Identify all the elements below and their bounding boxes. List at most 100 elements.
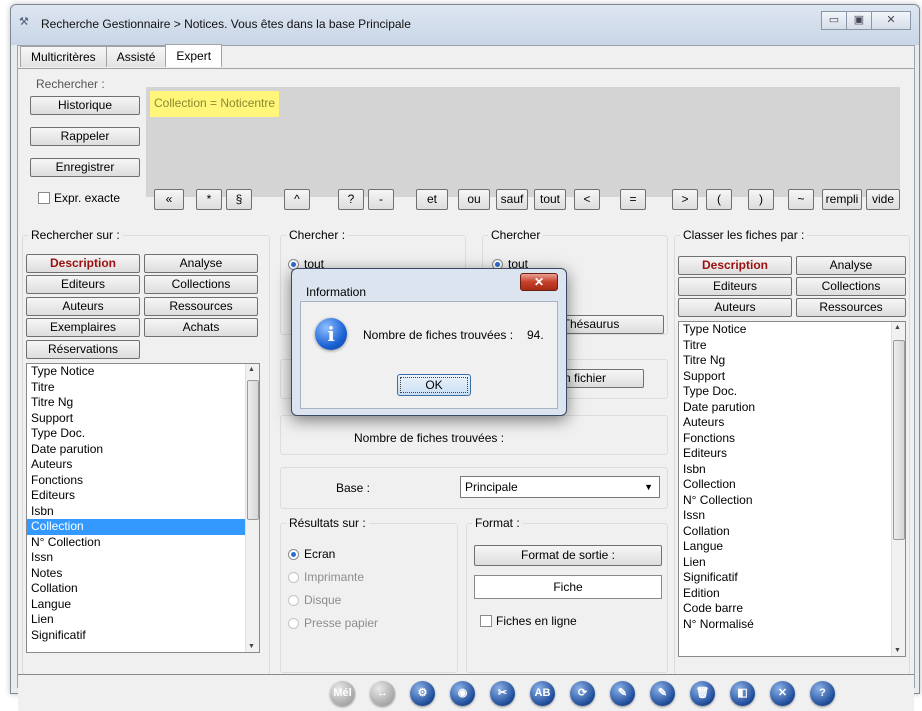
cl-scroll-thumb[interactable] xyxy=(893,340,905,540)
search-field-item[interactable]: Lien xyxy=(27,612,259,628)
sort-field-item[interactable]: Isbn xyxy=(679,462,905,478)
search-field-item[interactable]: Issn xyxy=(27,550,259,566)
sort-field-item[interactable]: Titre xyxy=(679,338,905,354)
sort-field-item[interactable]: Issn xyxy=(679,508,905,524)
sort-field-item[interactable]: Type Doc. xyxy=(679,384,905,400)
sort-field-item[interactable]: N° Collection xyxy=(679,493,905,509)
operator-button[interactable]: < xyxy=(574,189,600,210)
cut-icon[interactable]: ✂ xyxy=(490,681,515,706)
trash-icon[interactable]: 🗑 xyxy=(690,681,715,706)
sort-field-item[interactable]: Lien xyxy=(679,555,905,571)
format-value[interactable]: Fiche xyxy=(474,575,662,599)
edit-icon[interactable]: ✎ xyxy=(610,681,635,706)
operator-button[interactable]: ^ xyxy=(284,189,310,210)
sort-field-item[interactable]: Edition xyxy=(679,586,905,602)
cl-collections-button[interactable]: Collections xyxy=(796,277,906,296)
resultats-radio[interactable] xyxy=(288,572,299,583)
cl-auteurs-button[interactable]: Auteurs xyxy=(678,298,792,317)
tab-assiste[interactable]: Assisté xyxy=(105,46,167,67)
search-field-item[interactable]: Type Doc. xyxy=(27,426,259,442)
search-field-item[interactable]: Langue xyxy=(27,597,259,613)
search-field-item[interactable]: Editeurs xyxy=(27,488,259,504)
edit-alt-icon[interactable]: ✎ xyxy=(650,681,675,706)
operator-button[interactable]: ? xyxy=(338,189,364,210)
search-field-item[interactable]: Significatif xyxy=(27,628,259,644)
cl-ressources-button[interactable]: Ressources xyxy=(796,298,906,317)
sort-field-item[interactable]: Date parution xyxy=(679,400,905,416)
tab-multicriteres[interactable]: Multicritères xyxy=(20,46,107,67)
operator-button[interactable]: tout xyxy=(534,189,566,210)
classer-listbox[interactable]: Type Notice Titre Titre Ng Support Type Doc.… xyxy=(678,321,906,657)
sort-field-item[interactable]: Code barre xyxy=(679,601,905,617)
search-field-item[interactable]: Collection xyxy=(27,519,259,535)
help-icon[interactable]: ? xyxy=(810,681,835,706)
rs-scroll-thumb[interactable] xyxy=(247,380,259,520)
rs-scrollbar[interactable]: ▲ ▼ xyxy=(245,364,259,652)
title-bar[interactable]: ⚒ Recherche Gestionnaire > Notices. Vous… xyxy=(11,5,919,45)
scroll-up-icon[interactable]: ▲ xyxy=(894,324,901,331)
search-field-item[interactable]: Type Notice xyxy=(27,364,259,380)
cl-description-button[interactable]: Description xyxy=(678,256,792,275)
operator-button[interactable]: > xyxy=(672,189,698,210)
expr-exacte-checkbox[interactable] xyxy=(38,192,50,204)
resultats-radio[interactable] xyxy=(288,618,299,629)
operator-button[interactable]: ou xyxy=(458,189,490,210)
view-icon[interactable]: ◉ xyxy=(450,681,475,706)
operator-button[interactable]: - xyxy=(368,189,394,210)
operator-button[interactable]: * xyxy=(196,189,222,210)
query-editor[interactable]: Collection = Noticentre xyxy=(146,87,900,197)
rs-exemplaires-button[interactable]: Exemplaires xyxy=(26,318,140,337)
scroll-down-icon[interactable]: ▼ xyxy=(248,643,255,650)
resultats-radio[interactable] xyxy=(288,549,299,560)
notebook-icon[interactable]: ◧ xyxy=(730,681,755,706)
refresh-icon[interactable]: ⟳ xyxy=(570,681,595,706)
operator-button[interactable]: ) xyxy=(748,189,774,210)
search-field-item[interactable]: Date parution xyxy=(27,442,259,458)
operator-button[interactable]: sauf xyxy=(496,189,528,210)
sort-field-item[interactable]: Significatif xyxy=(679,570,905,586)
rs-analyse-button[interactable]: Analyse xyxy=(144,254,258,273)
rs-auteurs-button[interactable]: Auteurs xyxy=(26,297,140,316)
rs-reservations-button[interactable]: Réservations xyxy=(26,340,140,359)
query-text[interactable]: Collection = Noticentre xyxy=(150,91,280,117)
minimize-button[interactable]: ▭ xyxy=(821,11,847,30)
maximize-button[interactable]: ▣ xyxy=(846,11,872,30)
sort-field-item[interactable]: Langue xyxy=(679,539,905,555)
search-field-item[interactable]: Support xyxy=(27,411,259,427)
search-field-item[interactable]: Titre xyxy=(27,380,259,396)
sort-field-item[interactable]: Fonctions xyxy=(679,431,905,447)
cl-scrollbar[interactable]: ▲ ▼ xyxy=(891,322,905,656)
search-field-item[interactable]: Isbn xyxy=(27,504,259,520)
rs-description-button[interactable]: Description xyxy=(26,254,140,273)
search-field-item[interactable]: Collation xyxy=(27,581,259,597)
sort-field-item[interactable]: Titre Ng xyxy=(679,353,905,369)
scroll-down-icon[interactable]: ▼ xyxy=(894,647,901,654)
spellcheck-icon[interactable]: AB xyxy=(530,681,555,706)
ok-button[interactable]: OK xyxy=(397,374,471,396)
historique-button[interactable]: Historique xyxy=(30,96,140,115)
operator-button[interactable]: ~ xyxy=(788,189,814,210)
enregistrer-button[interactable]: Enregistrer xyxy=(30,158,140,177)
cl-editeurs-button[interactable]: Editeurs xyxy=(678,277,792,296)
search-field-item[interactable]: Auteurs xyxy=(27,457,259,473)
search-field-item[interactable]: Titre Ng xyxy=(27,395,259,411)
close-window-button[interactable]: ✕ xyxy=(871,11,911,30)
rechercher-sur-listbox[interactable]: Type Notice Titre Titre Ng Support Type Doc.… xyxy=(26,363,260,653)
sort-field-item[interactable]: Collation xyxy=(679,524,905,540)
search-field-item[interactable]: Fonctions xyxy=(27,473,259,489)
dialog-close-button[interactable]: ✕ xyxy=(520,273,558,291)
rs-editeurs-button[interactable]: Editeurs xyxy=(26,275,140,294)
operator-button[interactable]: vide xyxy=(866,189,900,210)
operator-button[interactable]: rempli xyxy=(822,189,862,210)
operator-button[interactable]: = xyxy=(620,189,646,210)
rs-ressources-button[interactable]: Ressources xyxy=(144,297,258,316)
cl-analyse-button[interactable]: Analyse xyxy=(796,256,906,275)
sort-field-item[interactable]: Editeurs xyxy=(679,446,905,462)
mail-icon[interactable]: Mél xyxy=(330,681,355,706)
operator-button[interactable]: « xyxy=(154,189,184,210)
resultats-radio[interactable] xyxy=(288,595,299,606)
sort-field-item[interactable]: N° Normalisé xyxy=(679,617,905,633)
operator-button[interactable]: § xyxy=(226,189,252,210)
base-select[interactable]: Principale ▼ xyxy=(460,476,660,498)
search-field-item[interactable]: Notes xyxy=(27,566,259,582)
